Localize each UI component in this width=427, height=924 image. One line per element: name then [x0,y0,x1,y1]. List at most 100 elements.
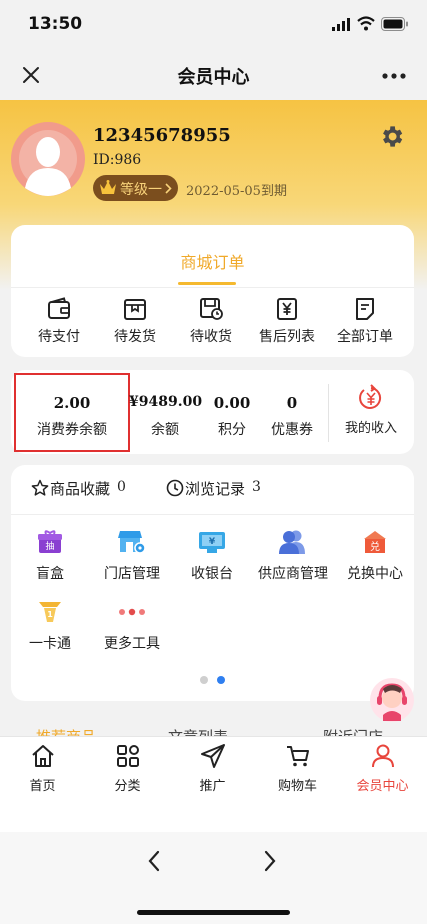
send-icon [200,744,225,768]
clock-icon [166,479,184,497]
tool-label: 收银台 [191,566,233,582]
tool-exchange-center[interactable]: 兑 兑换中心 [339,529,411,585]
yen-receipt-icon [277,298,297,320]
category-icon [116,745,139,767]
signal-icon [332,18,350,31]
tool-more-tools[interactable]: 更多工具 [95,599,169,655]
order-item-label: 待收货 [190,329,232,345]
history-label: 浏览记录 [185,480,246,498]
tool-one-card[interactable]: 1 一卡通 [17,599,83,655]
crown-icon [100,180,116,194]
my-income-label: 我的收入 [344,421,397,436]
more-dots-icon [119,608,145,616]
level-badge[interactable]: 等级一 [93,175,178,201]
stat-value: 0.00 [213,394,251,412]
status-time: 13:50 [28,14,83,34]
tab-promotion[interactable]: 推广 [170,737,255,794]
cashier-icon: ¥ [199,532,225,553]
svg-text:1: 1 [47,610,53,619]
orders-title[interactable]: 商城订单 [11,249,414,273]
orders-card: 商城订单 待支付 待发货 待收货 售后列表 全部订单 [11,225,414,357]
tool-store-management[interactable]: 门店管理 [95,529,169,585]
tool-label: 盲盒 [36,566,64,582]
order-item-pending-payment[interactable]: 待支付 [23,297,95,349]
tab-category[interactable]: 分类 [85,737,170,794]
order-item-all-orders[interactable]: 全部订单 [327,297,403,349]
order-item-label: 售后列表 [259,329,315,345]
tool-supplier-management[interactable]: 供应商管理 [251,529,335,585]
avatar[interactable] [11,122,85,196]
tab-home[interactable]: 首页 [0,737,85,794]
package-icon [124,299,146,320]
stat-label[interactable]: 消费券余额 [17,419,127,439]
order-item-label: 待发货 [114,329,156,345]
card-icon: 1 [39,602,61,622]
tool-label: 一卡通 [29,636,71,652]
browser-bottom-bar [0,832,427,924]
pager-dot[interactable] [200,676,208,684]
stat-value: 2.00 [53,394,91,412]
star-icon [31,479,49,496]
customer-service-icon[interactable] [369,677,415,723]
stat-label[interactable]: 优惠券 [263,419,321,439]
order-list-icon [356,298,374,320]
wallet-icon [48,297,70,319]
level-label: 等级一 [120,182,162,198]
membership-expiry: 2022-05-05到期 [186,184,287,199]
tool-label: 门店管理 [104,566,160,582]
order-item-after-sales[interactable]: 售后列表 [251,297,323,349]
person-icon [371,744,394,768]
status-bar: 13:50 [0,0,427,48]
stat-label[interactable]: 积分 [203,419,261,439]
chevron-right-icon [165,183,172,194]
tool-blind-box[interactable]: 抽 盲盒 [17,529,83,585]
tab-label: 分类 [114,779,141,794]
pager-dot-active[interactable] [217,676,225,684]
order-item-pending-shipment[interactable]: 待发货 [99,297,171,349]
tools-card: 商品收藏 0 浏览记录 3 抽 盲盒 门店管理 ¥ 收银台 供应商管理 兑 兑换… [11,465,414,701]
back-chevron-icon[interactable] [147,850,161,872]
income-icon [359,384,382,409]
nav-bar: 会员中心 [0,48,427,102]
delivery-icon [200,298,223,320]
history-count: 3 [252,479,261,495]
wifi-icon [357,16,375,31]
divider [11,287,414,288]
svg-text:¥: ¥ [209,537,216,547]
orders-title-underline [178,282,236,285]
battery-icon [381,17,408,31]
tool-label: 兑换中心 [347,566,403,582]
divider [328,384,329,442]
highlight-box [14,373,130,452]
tool-label: 供应商管理 [258,566,328,582]
home-indicator [137,910,290,915]
tab-label-active: 会员中心 [356,779,409,794]
order-item-label: 全部订单 [337,329,393,345]
forward-chevron-icon[interactable] [263,850,277,872]
tool-cashier[interactable]: ¥ 收银台 [177,529,247,585]
tab-member-center[interactable]: 会员中心 [340,737,425,794]
stat-value: ¥9489.00 [129,394,203,410]
order-item-label: 待支付 [38,329,80,345]
exchange-icon: 兑 [364,531,386,553]
my-income-button[interactable]: 我的收入 [331,380,411,446]
assets-card: 2.00 消费券余额 ¥9489.00 余额 0.00 积分 0 优惠券 我的收… [11,370,414,454]
more-menu-icon[interactable] [381,72,407,80]
username: 12345678955 [93,125,231,146]
supplier-icon [279,530,305,554]
favorites-label: 商品收藏 [50,480,111,498]
divider [11,514,414,515]
blind-box-badge: 抽 [45,540,54,552]
home-icon [31,745,54,767]
settings-gear-icon[interactable] [378,123,405,150]
favorites-count: 0 [117,479,126,495]
tab-cart[interactable]: 购物车 [255,737,340,794]
page-title: 会员中心 [177,67,250,88]
stat-label[interactable]: 余额 [129,419,201,439]
order-item-pending-receipt[interactable]: 待收货 [175,297,247,349]
cart-icon [286,746,309,767]
stat-value: 0 [286,394,298,412]
tab-label: 首页 [29,779,56,794]
blind-box-icon: 抽 [38,530,62,553]
user-id: ID:986 [93,152,142,168]
